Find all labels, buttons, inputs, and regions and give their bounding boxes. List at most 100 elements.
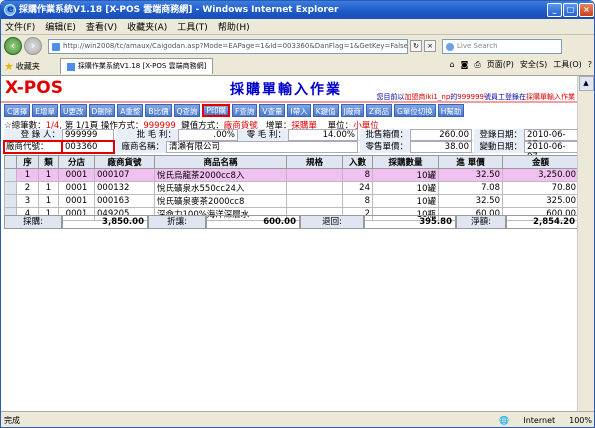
cell-qty[interactable]: 10罐 <box>372 168 439 182</box>
row-selector[interactable] <box>4 168 17 182</box>
cell-seq[interactable]: 2 <box>16 181 39 195</box>
cell-code[interactable]: 000163 <box>94 194 155 208</box>
cell-type[interactable]: 1 <box>38 168 59 182</box>
cell-amount[interactable]: 3,250.00 <box>502 168 579 182</box>
col-seq[interactable]: 序 <box>16 155 39 169</box>
col-code[interactable]: 廠商貨號 <box>94 155 155 169</box>
function-button-5[interactable]: B比價 <box>145 104 172 117</box>
help-menu[interactable]: ? <box>588 60 592 69</box>
vendor-code-field[interactable]: 003360 <box>61 140 115 154</box>
browser-tab[interactable]: 採購作業系統V1.18 [X-POS 雲端商務網] <box>59 58 214 74</box>
maximize-button[interactable]: □ <box>563 3 578 17</box>
cell-type[interactable]: 1 <box>38 194 59 208</box>
margin-field[interactable]: .00% <box>178 129 238 141</box>
function-button-2[interactable]: U更改 <box>60 104 87 117</box>
cell-branch[interactable]: 0001 <box>58 194 95 208</box>
cell-qty[interactable]: 10罐 <box>372 181 439 195</box>
home-icon[interactable]: ⌂ <box>450 60 455 69</box>
function-button-10[interactable]: I帶入 <box>287 104 311 117</box>
row-selector[interactable] <box>4 181 17 195</box>
cell-name[interactable]: 悅氏烏龍茶2000cc8入 <box>154 168 287 182</box>
vendor-name-field[interactable]: 清瀨有限公司 <box>166 141 358 153</box>
close-button[interactable]: × <box>579 3 594 17</box>
col-qty[interactable]: 採購數量 <box>372 155 439 169</box>
function-button-1[interactable]: E增單 <box>32 104 58 117</box>
function-button-12[interactable]: J廠商 <box>340 104 364 117</box>
menu-favorites[interactable]: 收藏夹(A) <box>127 20 167 33</box>
print-icon[interactable]: ⎙ <box>474 60 480 70</box>
refresh-icon[interactable]: ↻ <box>410 40 422 52</box>
search-input[interactable]: Live Search <box>442 38 562 54</box>
back-button[interactable]: ‹ <box>4 37 22 55</box>
function-button-6[interactable]: Q查詢 <box>173 104 201 117</box>
cell-spec[interactable] <box>286 168 343 182</box>
table-row[interactable]: 1 1 0001 000107 悅氏烏龍茶2000cc8入 8 10罐 32.50 3,250.… <box>4 168 579 182</box>
cell-pack[interactable]: 8 <box>342 194 373 208</box>
scroll-up-icon[interactable]: ▲ <box>578 76 594 91</box>
zoom-control[interactable]: 100% <box>569 412 592 427</box>
function-button-14[interactable]: G單位切換 <box>393 104 436 117</box>
cell-code[interactable]: 000107 <box>94 168 155 182</box>
return-label: 退回: <box>300 215 364 229</box>
table-row[interactable]: 2 1 0001 000132 悅氏礦泉水550cc24入 24 10罐 7.08 70.80 <box>4 181 579 195</box>
safety-menu[interactable]: 安全(S) <box>520 59 547 70</box>
cell-price[interactable]: 32.50 <box>438 168 503 182</box>
menu-file[interactable]: 文件(F) <box>5 20 35 33</box>
function-button-13[interactable]: Z商品 <box>365 104 392 117</box>
cell-seq[interactable]: 3 <box>16 194 39 208</box>
forward-button[interactable]: › <box>24 37 42 55</box>
change-date-field[interactable]: 2010-06-07 <box>524 141 579 162</box>
menu-help[interactable]: 帮助(H) <box>218 20 250 33</box>
col-branch[interactable]: 分店 <box>58 155 95 169</box>
function-button-4[interactable]: A重整 <box>117 104 144 117</box>
reg-date-field[interactable]: 2010-06-07 <box>524 129 579 150</box>
col-name[interactable]: 商品名稱 <box>154 155 287 169</box>
function-button-11[interactable]: K鍵值 <box>312 104 339 117</box>
cell-amount[interactable]: 70.80 <box>502 181 579 195</box>
cell-spec[interactable] <box>286 194 343 208</box>
cell-price[interactable]: 32.50 <box>438 194 503 208</box>
col-price[interactable]: 進 單價 <box>438 155 503 169</box>
function-button-8[interactable]: F查詢 <box>232 104 258 117</box>
menu-tools[interactable]: 工具(T) <box>177 20 208 33</box>
cell-branch[interactable]: 0001 <box>58 181 95 195</box>
feeds-icon[interactable]: ◙ <box>461 60 469 69</box>
cell-branch[interactable]: 0001 <box>58 168 95 182</box>
col-spec[interactable]: 規格 <box>286 155 343 169</box>
function-button-9[interactable]: V查量 <box>259 104 286 117</box>
page-menu[interactable]: 页面(P) <box>487 59 514 70</box>
row-selector[interactable] <box>4 194 17 208</box>
cell-pack[interactable]: 24 <box>342 181 373 195</box>
cell-pack[interactable]: 8 <box>342 168 373 182</box>
minimize-button[interactable]: _ <box>547 3 562 17</box>
retail-price-field[interactable]: 38.00 <box>410 141 472 153</box>
cell-name[interactable]: 悅氏礦泉麥茶2000cc8 <box>154 194 287 208</box>
col-type[interactable]: 類 <box>38 155 59 169</box>
menu-edit[interactable]: 编辑(E) <box>45 20 76 33</box>
box-price-field[interactable]: 260.00 <box>410 129 472 141</box>
box-price-label: 批售箱價： <box>360 129 410 141</box>
function-button-7[interactable]: P印購 <box>202 104 231 117</box>
cell-spec[interactable] <box>286 181 343 195</box>
table-row[interactable]: 3 1 0001 000163 悅氏礦泉麥茶2000cc8 8 10罐 32.50 325.00 <box>4 194 579 208</box>
cell-name[interactable]: 悅氏礦泉水550cc24入 <box>154 181 287 195</box>
registrar-field[interactable]: 999999 <box>62 129 114 141</box>
tools-menu[interactable]: 工具(O) <box>553 59 582 70</box>
favorites-button[interactable]: ★ 收藏夹 <box>4 60 40 73</box>
cell-seq[interactable]: 1 <box>16 168 39 182</box>
address-input[interactable]: http://win2008/tc/amaux/Caigodan.asp?Mod… <box>48 38 408 54</box>
function-button-15[interactable]: H幫助 <box>437 104 465 117</box>
stop-icon[interactable]: × <box>424 40 436 52</box>
function-button-0[interactable]: C選擇 <box>4 104 31 117</box>
vertical-scrollbar[interactable]: ▲ <box>577 76 594 411</box>
col-amount[interactable]: 金額 <box>502 155 579 169</box>
cell-price[interactable]: 7.08 <box>438 181 503 195</box>
zero-margin-field[interactable]: 14.00% <box>288 129 358 141</box>
cell-qty[interactable]: 10罐 <box>372 194 439 208</box>
cell-code[interactable]: 000132 <box>94 181 155 195</box>
cell-type[interactable]: 1 <box>38 181 59 195</box>
function-button-3[interactable]: D刪除 <box>88 104 116 117</box>
col-pack[interactable]: 入數 <box>342 155 373 169</box>
cell-amount[interactable]: 325.00 <box>502 194 579 208</box>
menu-view[interactable]: 查看(V) <box>86 20 117 33</box>
